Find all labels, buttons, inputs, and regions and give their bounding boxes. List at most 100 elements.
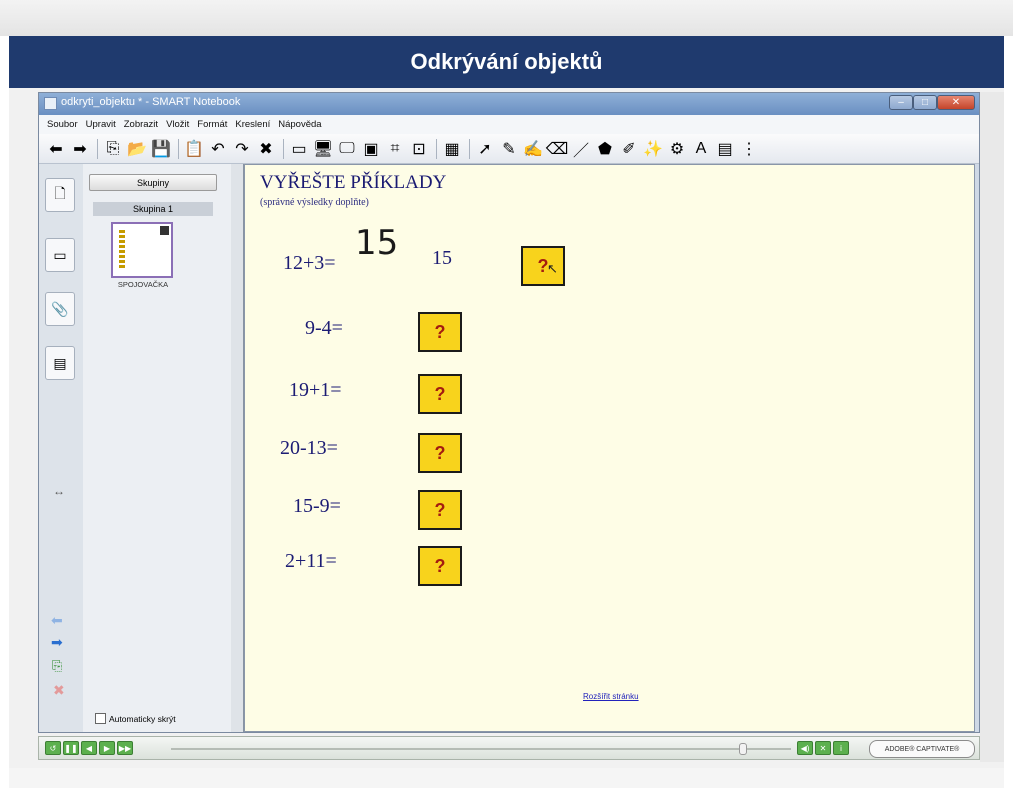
properties-tab[interactable]: ▤ [45, 346, 75, 380]
page-sorter-panel: Skupiny Skupina 1 SPOJOVAČKA Automaticky… [83, 164, 232, 732]
question-mark: ? [434, 383, 446, 404]
group-label[interactable]: Skupina 1 [93, 202, 213, 216]
magic-pen-icon[interactable]: ✨ [642, 138, 664, 160]
display-icon[interactable]: 🖥 [312, 138, 334, 160]
window-title: odkryti_objektu * - SMART Notebook [61, 96, 241, 108]
gallery-tab[interactable]: ▭ [45, 238, 75, 272]
seek-knob[interactable] [739, 743, 747, 755]
audio-button[interactable]: ◀) [797, 741, 813, 755]
save-icon[interactable]: 💾 [150, 138, 172, 160]
question-mark: ? [434, 499, 446, 520]
delete-icon[interactable]: ✖ [255, 138, 277, 160]
back-arrow-icon[interactable]: ⬅ [45, 138, 67, 160]
cover-box-1[interactable]: ? [521, 246, 565, 286]
properties-icon: ▤ [53, 354, 67, 371]
sorter-scrollbar[interactable] [231, 164, 244, 732]
capture-icon[interactable]: ▣ [360, 138, 382, 160]
menu-zobrazit[interactable]: Zobrazit [124, 119, 158, 130]
pause-button[interactable]: ❚❚ [63, 741, 79, 755]
problem-1: 12+3= [283, 252, 336, 274]
creative-pen-icon[interactable]: ✍ [522, 138, 544, 160]
cover-box-6[interactable]: ? [418, 546, 462, 586]
page-heading: VYŘEŠTE PŘÍKLADY [260, 172, 447, 193]
screen-shade-icon[interactable]: ▭ [288, 138, 310, 160]
toolbar: ⬅ ➡ ⎘ 📂 💾 📋 ↶ ↷ ✖ ▭ 🖥 🖵 ▣ ⌗ ⊡ ▦ ➚ ✎ ✍ ⌫ ／ ⬟ ✐ ✨ ⚙ A ▤ ⋮ [39, 134, 979, 164]
menu-vlozit[interactable]: Vložit [166, 119, 189, 130]
problem-3: 19+1= [289, 379, 342, 401]
bottom-strip [9, 768, 1004, 788]
next-page-icon[interactable]: ➡ [51, 634, 63, 651]
question-mark: ? [434, 321, 446, 342]
line-icon[interactable]: ／ [570, 138, 592, 160]
rewind-button[interactable]: ↺ [45, 741, 61, 755]
handwritten-answer: 15 [355, 223, 399, 263]
menu-napoveda[interactable]: Nápověda [278, 119, 321, 130]
smart-notebook-window: odkryti_objektu * - SMART Notebook – □ ✕… [38, 92, 980, 733]
exit-button[interactable]: ✕ [815, 741, 831, 755]
menu-format[interactable]: Formát [197, 119, 227, 130]
title-bar[interactable]: odkryti_objektu * - SMART Notebook – □ ✕ [39, 93, 979, 115]
toolbar-separator [436, 138, 437, 159]
paste-icon[interactable]: 📋 [183, 138, 205, 160]
menu-kresleni[interactable]: Kreslení [235, 119, 270, 130]
undo-icon[interactable]: ↶ [207, 138, 229, 160]
extend-page-link[interactable]: Rozšířit stránku [583, 692, 639, 701]
document-camera-icon[interactable]: ⊡ [408, 138, 430, 160]
page-sorter-tab[interactable]: 🗋 [45, 178, 75, 212]
recognition-icon[interactable]: ⚙ [666, 138, 688, 160]
close-button[interactable]: ✕ [937, 95, 975, 110]
auto-hide-checkbox[interactable]: Automaticky skrýt [95, 713, 176, 724]
groups-button[interactable]: Skupiny [89, 174, 217, 191]
menu-upravit[interactable]: Upravit [86, 119, 116, 130]
fast-forward-button[interactable]: ▶▶ [117, 741, 133, 755]
pen-icon[interactable]: ✎ [498, 138, 520, 160]
previous-page-icon[interactable]: ⬅ [51, 612, 63, 629]
redo-icon[interactable]: ↷ [231, 138, 253, 160]
minimize-button[interactable]: – [889, 95, 913, 110]
back-button[interactable]: ◀ [81, 741, 97, 755]
problem-4: 20-13= [280, 437, 338, 459]
attachments-tab[interactable]: 📎 [45, 292, 75, 326]
info-button[interactable]: i [833, 741, 849, 755]
page-icon: 🗋 [54, 185, 66, 201]
properties-icon[interactable]: ▤ [714, 138, 736, 160]
resize-arrows-icon[interactable]: ↔ [53, 484, 65, 498]
cover-box-3[interactable]: ? [418, 374, 462, 414]
seek-track[interactable] [171, 748, 791, 750]
question-mark: ? [434, 555, 446, 576]
toolbar-separator [469, 138, 470, 159]
menu-bar: Soubor Upravit Zobrazit Vložit Formát Kr… [39, 115, 979, 134]
forward-arrow-icon[interactable]: ➡ [69, 138, 91, 160]
delete-page-icon[interactable]: ✖ [53, 682, 65, 699]
app-icon [44, 97, 57, 110]
notebook-canvas[interactable]: VYŘEŠTE PŘÍKLADY (správné výsledky doplň… [244, 164, 975, 732]
cover-box-2[interactable]: ? [418, 312, 462, 352]
eraser-icon[interactable]: ⌫ [546, 138, 569, 160]
grid-icon[interactable]: ▦ [441, 138, 463, 160]
shape-icon[interactable]: ⬟ [594, 138, 616, 160]
select-pointer-icon[interactable]: ➚ [474, 138, 496, 160]
toolbar-separator [178, 138, 179, 159]
add-page-icon[interactable]: ⎘ [52, 658, 62, 674]
monitor-icon[interactable]: 🖵 [336, 138, 358, 160]
menu-soubor[interactable]: Soubor [47, 119, 78, 130]
page-thumbnail[interactable] [111, 222, 173, 278]
table-insert-icon[interactable]: ⌗ [384, 138, 406, 160]
forward-button[interactable]: ▶ [99, 741, 115, 755]
new-page-icon[interactable]: ⎘ [102, 138, 124, 160]
question-mark: ? [434, 442, 446, 463]
maximize-button[interactable]: □ [913, 95, 937, 110]
slide-title-banner: Odkrývání objektů [9, 36, 1004, 88]
cover-box-5[interactable]: ? [418, 490, 462, 530]
thumbnail-menu-icon[interactable] [160, 226, 169, 235]
problem-6: 2+11= [285, 550, 337, 572]
mouse-cursor-icon: ↖ [547, 261, 558, 276]
text-icon[interactable]: A [690, 138, 712, 160]
fill-icon[interactable]: ✐ [618, 138, 640, 160]
top-strip [0, 0, 1013, 36]
cover-box-4[interactable]: ? [418, 433, 462, 473]
slide-title: Odkrývání objektů [410, 49, 603, 74]
checkbox-box[interactable] [95, 713, 106, 724]
more-icon[interactable]: ⋮ [738, 138, 760, 160]
open-folder-icon[interactable]: 📂 [126, 138, 148, 160]
